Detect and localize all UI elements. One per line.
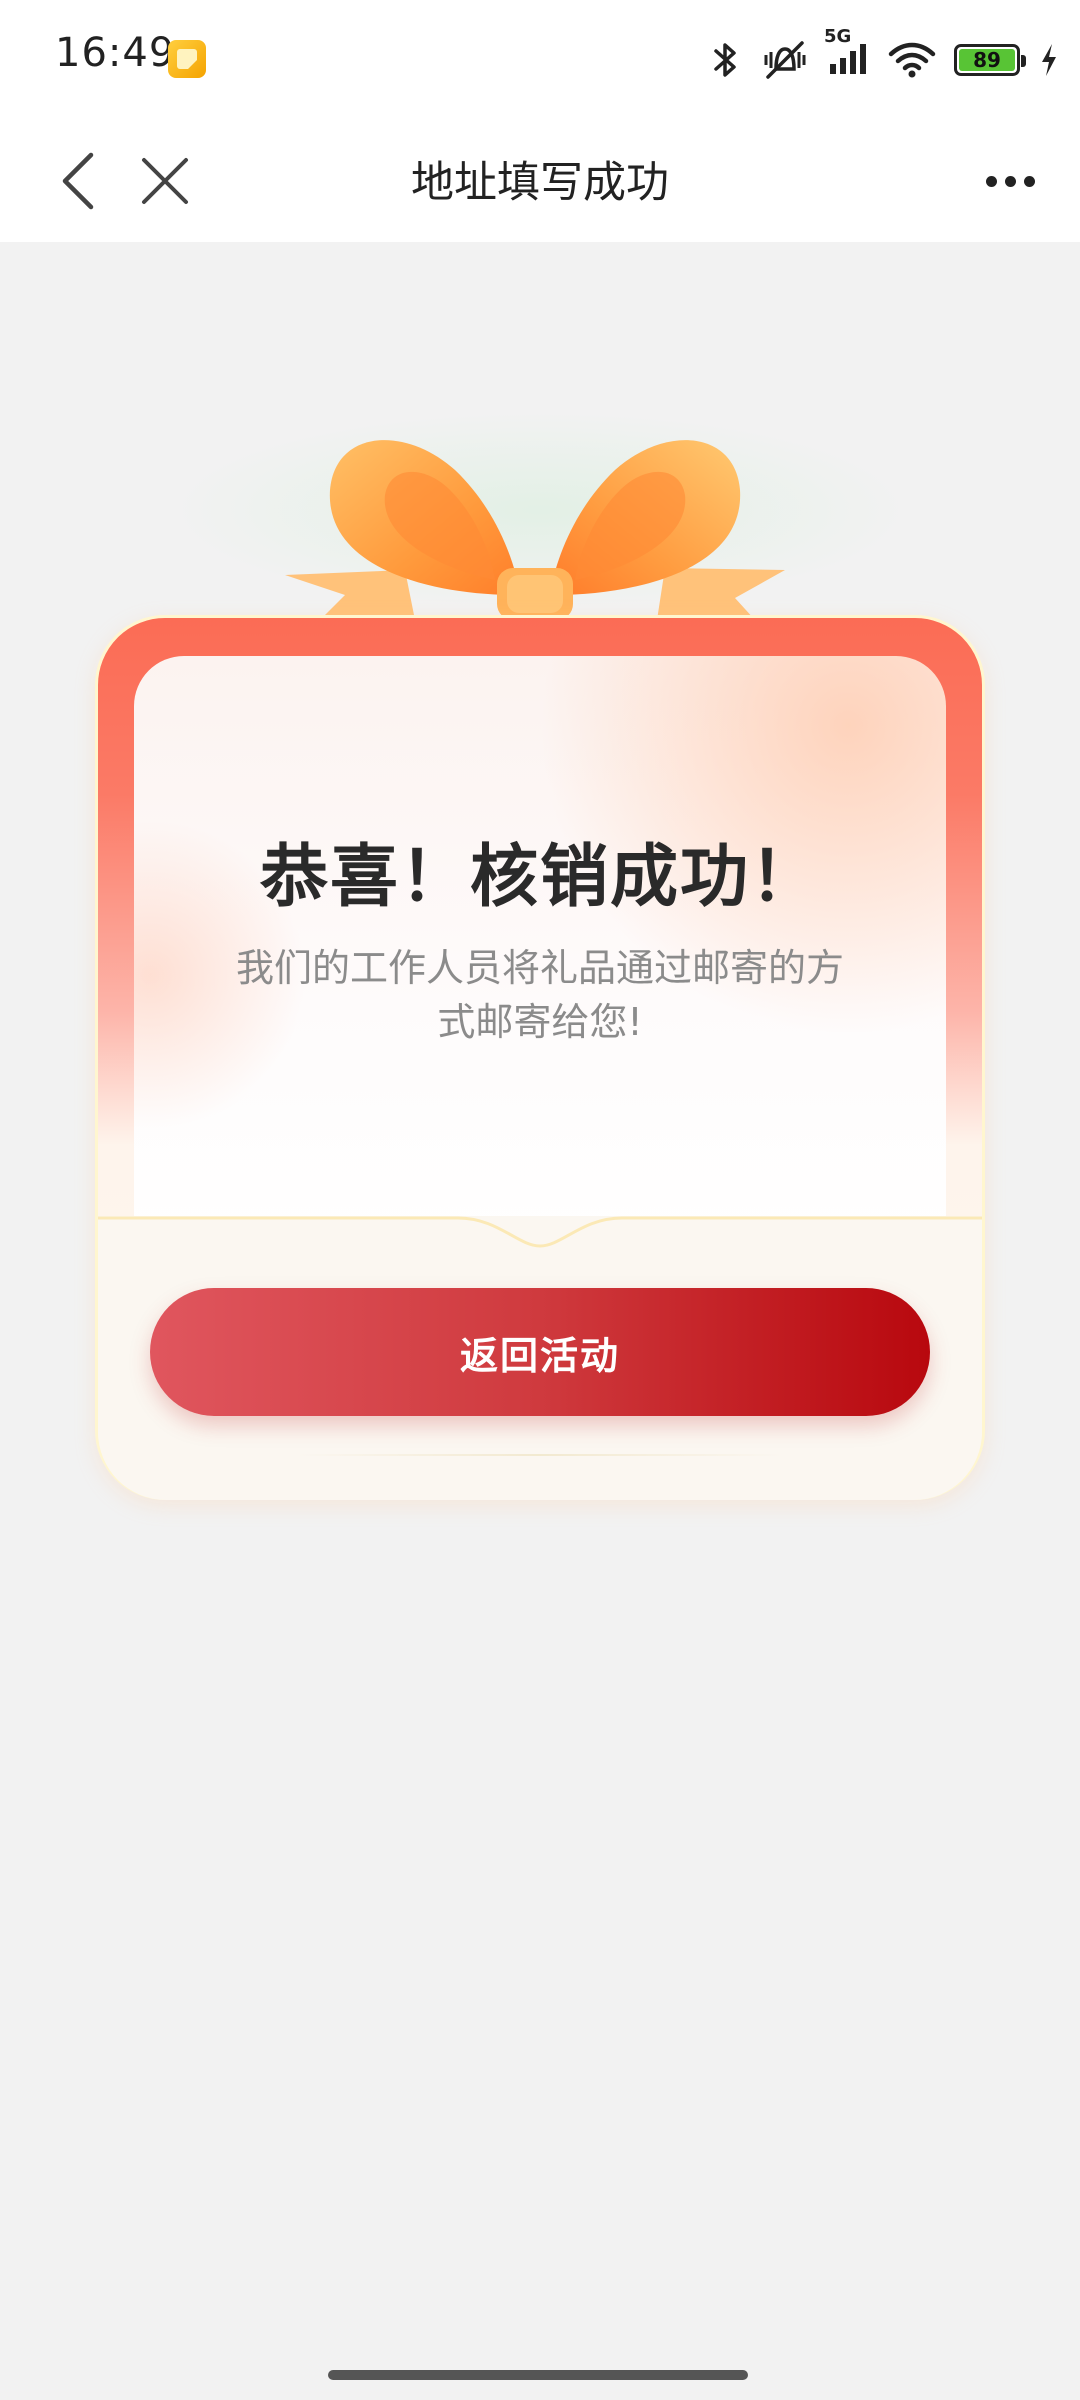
app-notification-icon [168,40,206,78]
cellular-signal-icon: 5G [824,26,870,80]
more-button[interactable] [970,142,1050,220]
success-description: 我们的工作人员将礼品通过邮寄的方式邮寄给您! [235,946,844,1044]
vibrate-off-icon [764,41,806,79]
status-icons: 5G 89 [708,26,1060,90]
more-icon [985,175,997,187]
card-divider-notch [98,1216,982,1248]
card-content: 恭喜！核销成功！ 我们的工作人员将礼品通过邮寄的方式邮寄给您! [134,656,946,1236]
page-title: 地址填写成功 [411,158,669,208]
card-bottom-line [298,1454,782,1456]
navigation-bar: 地址填写成功 [0,120,1080,242]
charging-icon [1042,44,1056,76]
status-bar: 16:49 5G 89 [0,0,1080,120]
bluetooth-icon [714,43,736,77]
home-indicator[interactable] [328,2370,748,2380]
network-type-label: 5G [824,26,852,47]
gift-bow-icon [285,440,785,620]
battery-icon: 89 [954,44,1026,76]
status-time: 16:49 [55,30,176,76]
card-frame: 恭喜！核销成功！ 我们的工作人员将礼品通过邮寄的方式邮寄给您! 返回活动 [95,615,985,1500]
card-action-area: 返回活动 [98,1216,982,1500]
wifi-icon [888,42,936,78]
more-icon-dot [1004,175,1016,187]
battery-level: 89 [959,48,1015,72]
success-title: 恭喜！核销成功！ [259,838,820,917]
success-card: 恭喜！核销成功！ 我们的工作人员将礼品通过邮寄的方式邮寄给您! 返回活动 [95,410,985,1500]
more-icon-dot [1023,175,1035,187]
return-to-activity-button[interactable]: 返回活动 [150,1288,930,1416]
